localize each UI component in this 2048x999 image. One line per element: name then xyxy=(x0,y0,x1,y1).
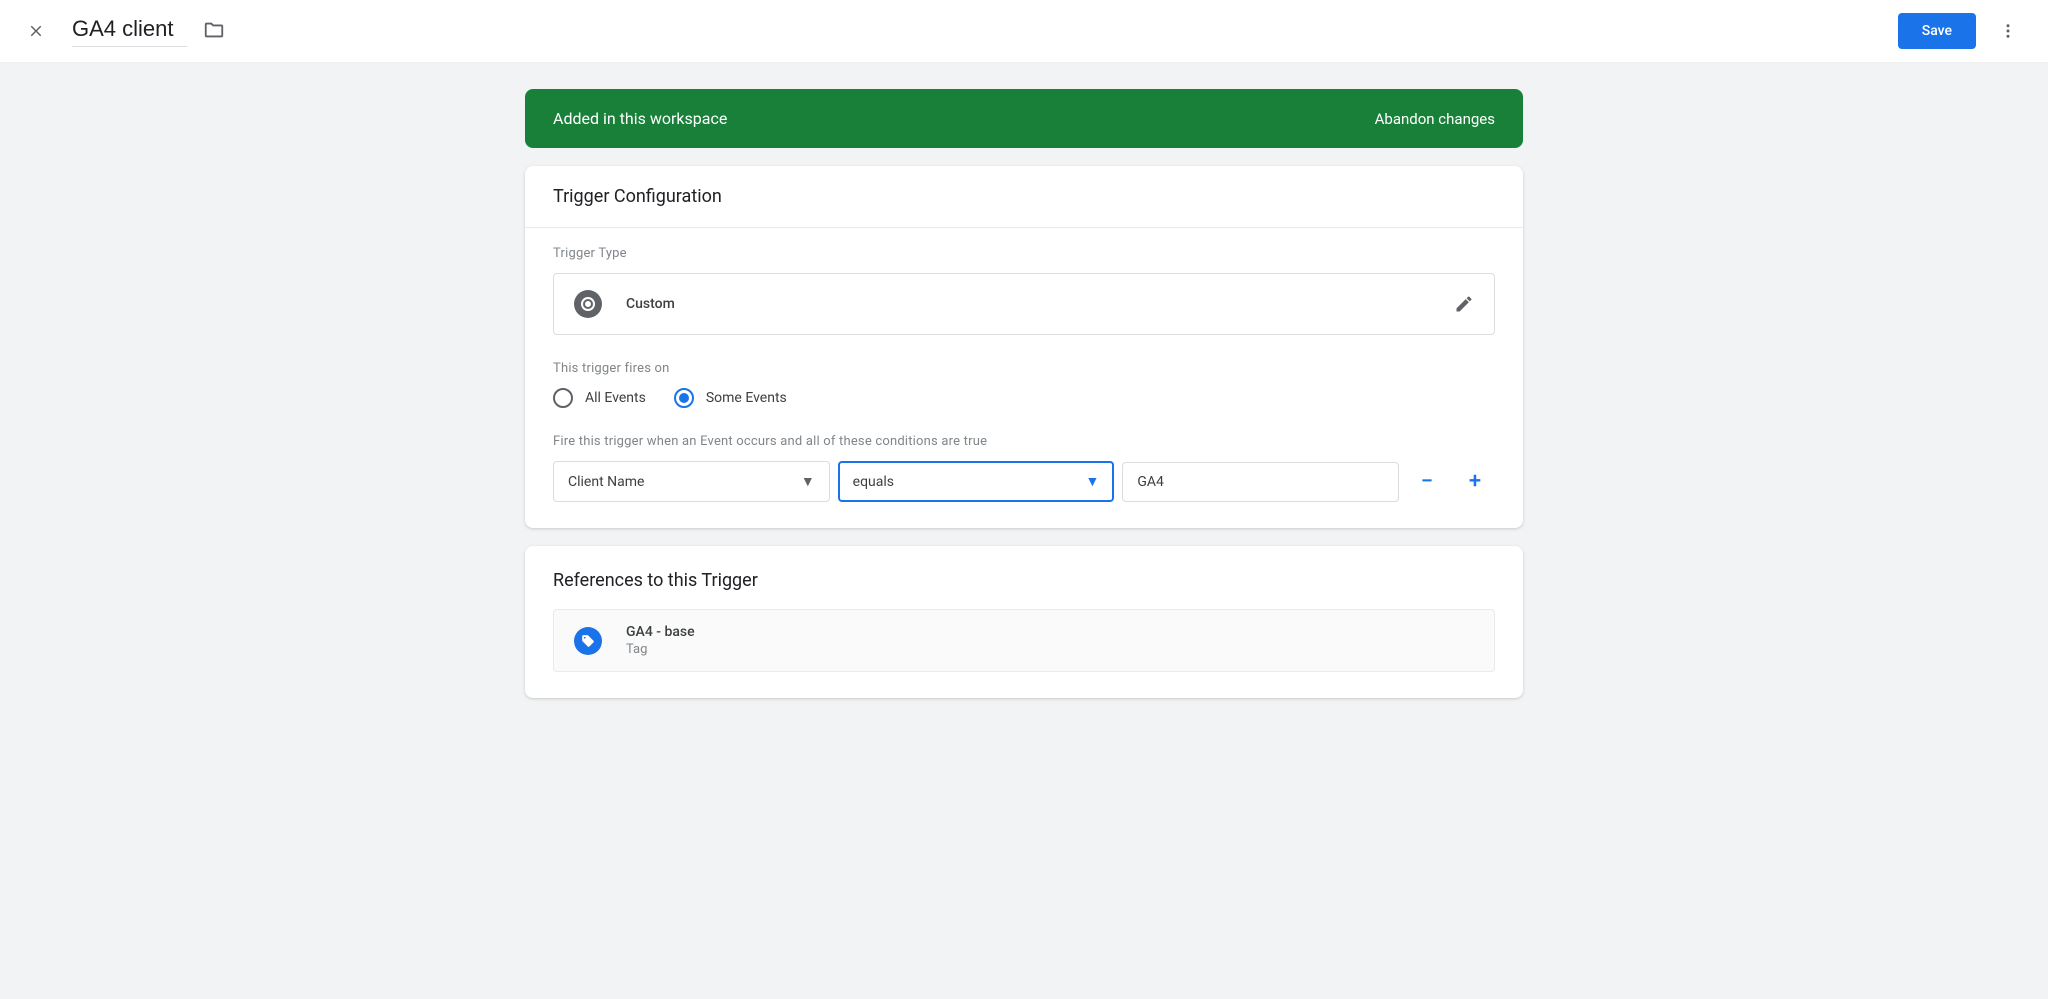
reference-name: GA4 - base xyxy=(626,624,695,640)
condition-operator-select[interactable]: equals ▼ xyxy=(838,461,1115,502)
edit-pencil-icon[interactable] xyxy=(1454,294,1474,314)
abandon-changes-link[interactable]: Abandon changes xyxy=(1375,110,1495,128)
workspace-banner: Added in this workspace Abandon changes xyxy=(525,89,1523,148)
fires-on-radio-group: All Events Some Events xyxy=(553,388,1495,408)
trigger-name-input[interactable] xyxy=(72,16,187,47)
references-title: References to this Trigger xyxy=(525,546,1523,609)
chevron-down-icon: ▼ xyxy=(1085,473,1099,490)
folder-icon[interactable] xyxy=(203,19,227,43)
tag-icon xyxy=(574,627,602,655)
condition-row: Client Name ▼ equals ▼ − + xyxy=(553,461,1495,502)
banner-text: Added in this workspace xyxy=(553,109,727,128)
select-value: equals xyxy=(853,474,894,490)
references-card: References to this Trigger GA4 - base Ta… xyxy=(525,546,1523,698)
reference-item[interactable]: GA4 - base Tag xyxy=(553,609,1495,672)
card-title: Trigger Configuration xyxy=(525,166,1523,227)
more-menu-icon[interactable] xyxy=(1988,11,2028,51)
radio-label: Some Events xyxy=(706,390,787,406)
trigger-configuration-card: Trigger Configuration Trigger Type Custo… xyxy=(525,166,1523,528)
condition-variable-select[interactable]: Client Name ▼ xyxy=(553,461,830,502)
fires-on-label: This trigger fires on xyxy=(553,361,1495,376)
page-header: Save xyxy=(0,0,2048,63)
custom-trigger-icon xyxy=(574,290,602,318)
radio-all-events[interactable]: All Events xyxy=(553,388,646,408)
radio-icon xyxy=(674,388,694,408)
radio-icon xyxy=(553,388,573,408)
condition-value-input[interactable] xyxy=(1122,462,1399,502)
chevron-down-icon: ▼ xyxy=(801,473,815,490)
trigger-type-value: Custom xyxy=(626,296,675,312)
trigger-type-selector[interactable]: Custom xyxy=(553,273,1495,335)
trigger-type-label: Trigger Type xyxy=(553,246,1495,261)
condition-label: Fire this trigger when an Event occurs a… xyxy=(553,434,1495,449)
remove-condition-button[interactable]: − xyxy=(1407,462,1447,502)
reference-type: Tag xyxy=(626,642,695,657)
close-icon[interactable] xyxy=(24,19,48,43)
radio-some-events[interactable]: Some Events xyxy=(674,388,787,408)
add-condition-button[interactable]: + xyxy=(1455,462,1495,502)
radio-label: All Events xyxy=(585,390,646,406)
save-button[interactable]: Save xyxy=(1898,13,1976,49)
select-value: Client Name xyxy=(568,474,644,490)
